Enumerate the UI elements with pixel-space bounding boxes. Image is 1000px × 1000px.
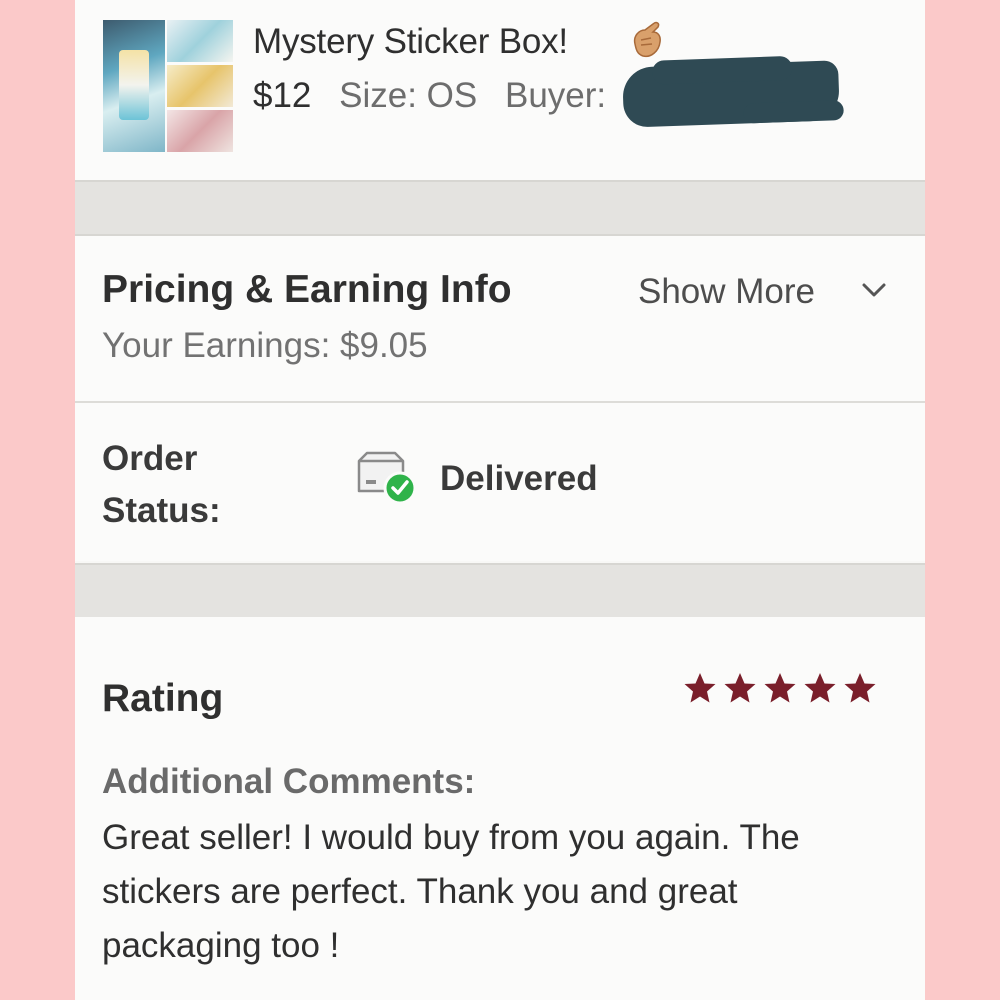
star-icon bbox=[804, 673, 836, 703]
star-icon bbox=[684, 673, 716, 703]
star-icon bbox=[724, 673, 756, 703]
star-icon bbox=[764, 673, 796, 703]
pricing-heading: Pricing & Earning Info bbox=[102, 268, 512, 311]
buyer-name-redaction bbox=[622, 60, 840, 128]
rating-heading: Rating bbox=[102, 677, 224, 720]
chevron-down-icon[interactable] bbox=[861, 280, 887, 300]
thumbnail-photo-2 bbox=[167, 65, 233, 107]
thumbnail-photo-main bbox=[103, 20, 165, 152]
earnings-text: Your Earnings: $9.05 bbox=[102, 326, 428, 365]
thumbnail-photo-1 bbox=[167, 20, 233, 62]
thumbnail-photo-3 bbox=[167, 110, 233, 152]
product-meta: $12 Size: OS Buyer: bbox=[253, 76, 606, 116]
order-status-label: Order Status: bbox=[102, 439, 221, 530]
section-divider bbox=[75, 563, 925, 619]
comments-heading: Additional Comments: bbox=[102, 762, 476, 801]
product-title[interactable]: Mystery Sticker Box! bbox=[253, 22, 568, 62]
rating-stars bbox=[683, 671, 877, 705]
order-details-screen: Mystery Sticker Box! $12 Size: OS Buyer:… bbox=[75, 0, 925, 1000]
package-delivered-icon bbox=[357, 451, 417, 505]
hand-emoji-icon bbox=[633, 21, 661, 58]
product-price: $12 bbox=[253, 76, 312, 115]
star-icon bbox=[844, 673, 876, 703]
section-divider bbox=[75, 180, 925, 236]
rating-section: Rating Additional Comments: Great seller… bbox=[75, 617, 925, 1000]
show-more-button[interactable]: Show More bbox=[638, 272, 815, 312]
pricing-section: Pricing & Earning Info Your Earnings: $9… bbox=[75, 236, 925, 403]
order-status-section: Order Status: Delivered bbox=[75, 403, 925, 561]
product-thumbnail[interactable] bbox=[103, 20, 233, 152]
order-status-value: Delivered bbox=[440, 459, 598, 498]
buyer-label: Buyer: bbox=[504, 76, 607, 115]
product-row[interactable]: Mystery Sticker Box! $12 Size: OS Buyer: bbox=[75, 0, 925, 180]
product-size: Size: OS bbox=[339, 76, 478, 115]
comment-text: Great seller! I would buy from you again… bbox=[102, 818, 800, 965]
